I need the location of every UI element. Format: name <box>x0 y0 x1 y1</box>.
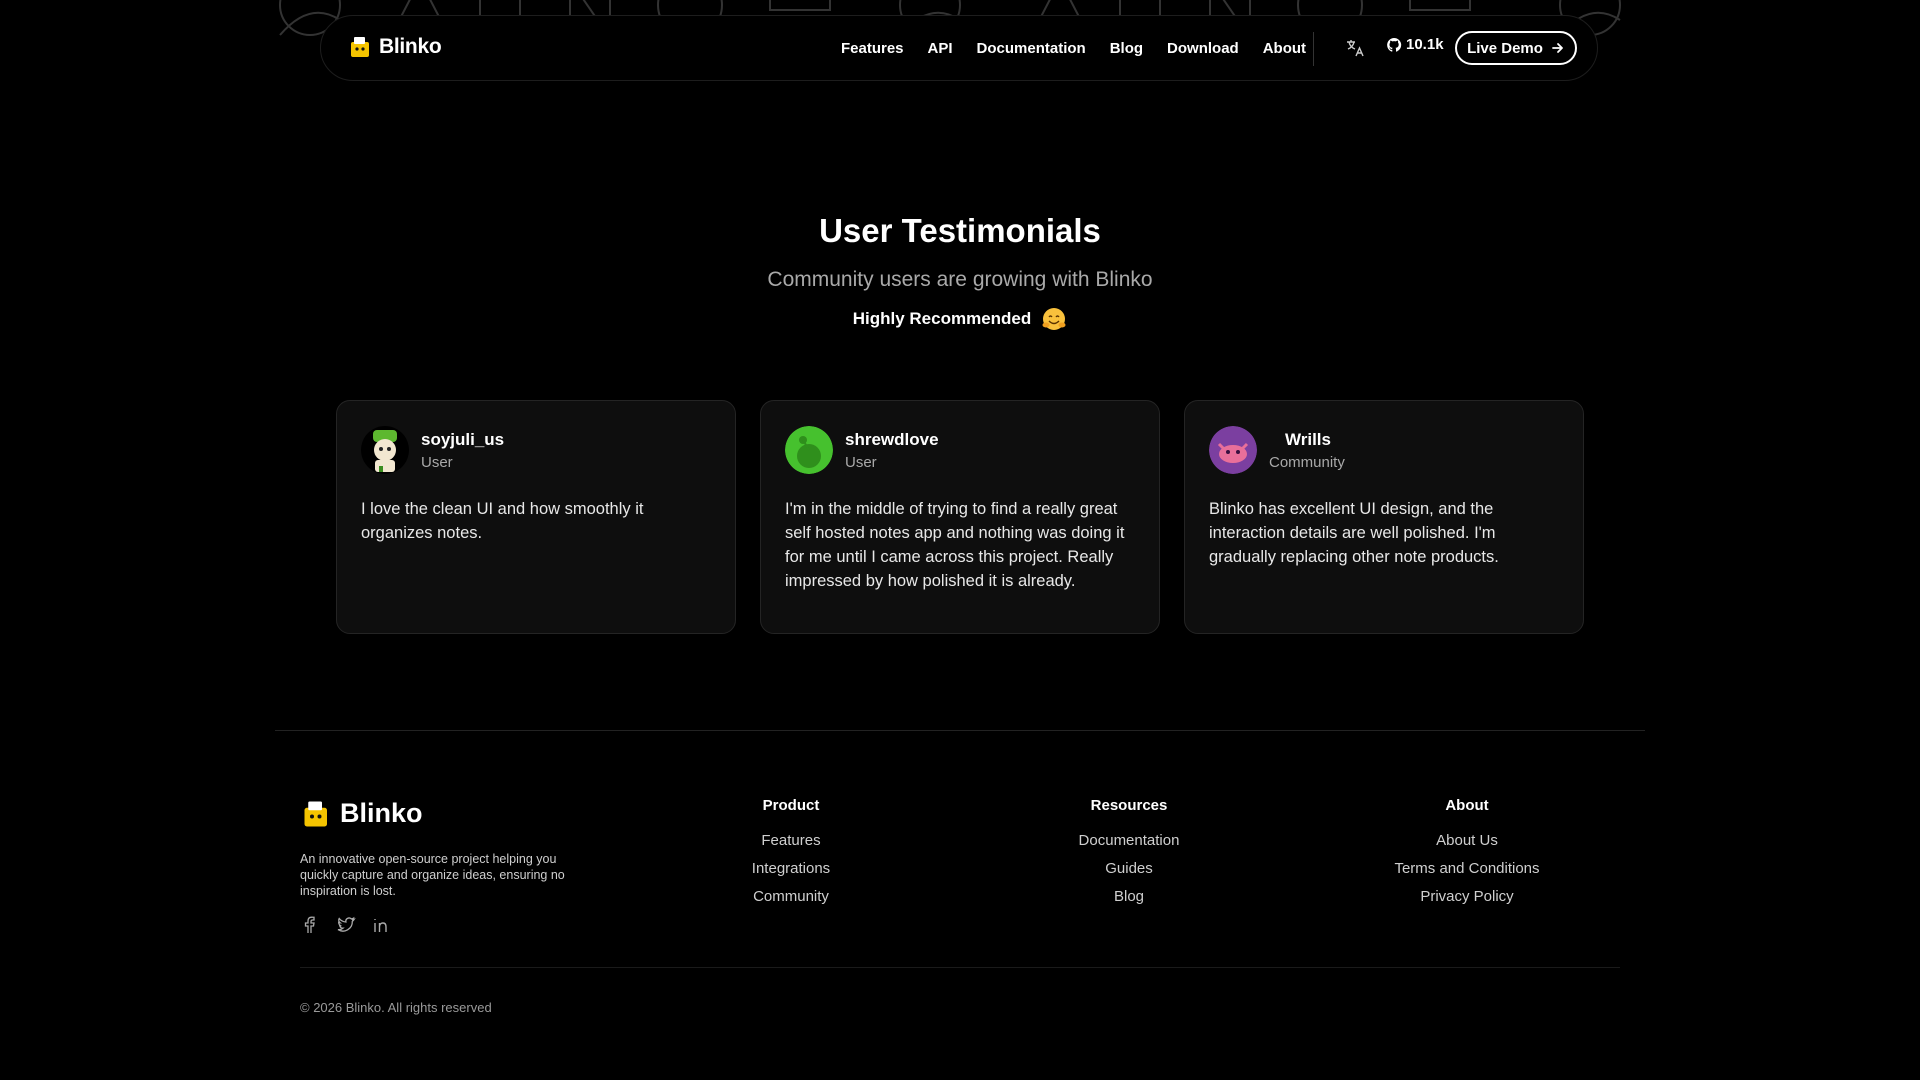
github-icon <box>1387 37 1402 52</box>
footer-column-resources: Resources Documentation Guides Blog <box>1009 797 1249 916</box>
recommend-badge: Highly Recommended <box>0 306 1920 332</box>
testimonial-card: shrewdlove User I'm in the middle of try… <box>760 400 1160 634</box>
testimonial-author: shrewdlove User <box>785 425 1135 475</box>
testimonial-author: Wrills Community <box>1209 425 1559 475</box>
footer-divider <box>300 967 1620 968</box>
brand-logo[interactable]: Blinko <box>349 35 442 59</box>
footer-link-features[interactable]: Features <box>671 832 911 850</box>
copyright-text: © 2026 Blinko. All rights reserved <box>300 1000 492 1015</box>
testimonials-title: User Testimonials <box>819 212 1101 249</box>
footer-column-about: About About Us Terms and Conditions Priv… <box>1347 797 1587 916</box>
arrow-right-icon <box>1552 43 1563 53</box>
testimonial-text: Blinko has excellent UI design, and the … <box>1209 500 1499 566</box>
footer-column-title: Resources <box>1090 797 1168 814</box>
blinko-logo-icon <box>351 37 369 57</box>
translate-icon[interactable] <box>1345 38 1365 58</box>
blinko-logo-icon <box>304 801 327 826</box>
footer-link-guides[interactable]: Guides <box>1009 860 1249 878</box>
testimonial-author: soyjuli_us User <box>361 425 711 475</box>
github-stars-count: 10.1k <box>1406 36 1444 53</box>
footer-column-product: Product Features Integrations Community <box>671 797 911 916</box>
footer-link-community[interactable]: Community <box>671 888 911 906</box>
nav-download[interactable]: Download <box>1167 40 1239 57</box>
live-demo-button[interactable]: Live Demo <box>1455 31 1577 65</box>
nav-blog[interactable]: Blog <box>1110 40 1143 57</box>
footer-description: An innovative open-source project helpin… <box>300 852 565 898</box>
avatar <box>1209 426 1257 474</box>
testimonial-text: I'm in the middle of trying to find a re… <box>785 500 1125 590</box>
brand-name: Blinko <box>379 35 442 58</box>
nav-api[interactable]: API <box>928 40 953 57</box>
linkedin-icon[interactable] <box>372 915 392 935</box>
author-role: Community <box>1269 453 1345 471</box>
facebook-icon[interactable] <box>300 915 320 935</box>
author-role: User <box>845 453 877 471</box>
avatar <box>785 426 833 474</box>
nav-features[interactable]: Features <box>841 40 904 57</box>
footer-link-about-us[interactable]: About Us <box>1347 832 1587 850</box>
github-stars[interactable]: 10.1k <box>1386 36 1444 53</box>
author-role: User <box>421 453 453 471</box>
author-name: soyjuli_us <box>421 429 505 449</box>
footer-link-documentation[interactable]: Documentation <box>1009 832 1249 850</box>
footer-link-terms[interactable]: Terms and Conditions <box>1347 860 1587 878</box>
avatar <box>361 426 409 474</box>
testimonial-card: soyjuli_us User I love the clean UI and … <box>336 400 736 634</box>
nav-documentation[interactable]: Documentation <box>977 40 1086 57</box>
footer-link-privacy[interactable]: Privacy Policy <box>1347 888 1587 906</box>
footer-column-title: Product <box>762 797 820 814</box>
section-divider <box>275 730 1645 731</box>
twitter-icon[interactable] <box>336 915 356 935</box>
social-links <box>300 915 392 935</box>
footer-brand-logo[interactable]: Blinko <box>302 798 423 829</box>
testimonial-text: I love the clean UI and how smoothly it … <box>361 500 644 542</box>
footer-column-title: About <box>1445 797 1489 814</box>
live-demo-label: Live Demo <box>1467 39 1543 57</box>
author-name: shrewdlove <box>845 429 939 449</box>
primary-nav: Features API Documentation Blog Download… <box>841 16 1306 80</box>
testimonials-subtitle: Community users are growing with Blinko <box>767 268 1153 291</box>
author-name: Wrills <box>1285 429 1331 449</box>
hugging-face-emoji-icon <box>1042 308 1066 330</box>
footer-link-blog[interactable]: Blog <box>1009 888 1249 906</box>
testimonial-card: Wrills Community Blinko has excellent UI… <box>1184 400 1584 634</box>
footer-brand-name: Blinko <box>340 798 423 828</box>
recommend-label: Highly Recommended <box>852 309 1032 328</box>
top-navbar: Blinko Features API Documentation Blog D… <box>320 15 1598 81</box>
footer-link-integrations[interactable]: Integrations <box>671 860 911 878</box>
nav-divider <box>1313 32 1314 66</box>
nav-about[interactable]: About <box>1263 40 1306 57</box>
